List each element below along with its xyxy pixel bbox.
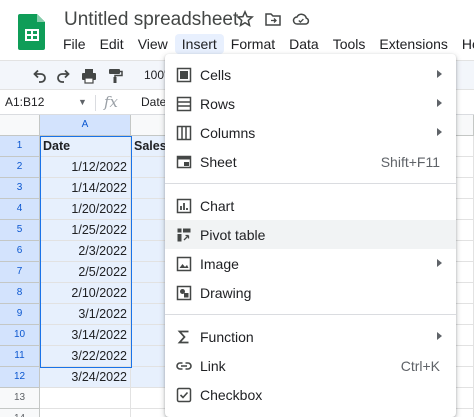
submenu-arrow-icon — [437, 259, 442, 267]
divider — [95, 95, 96, 111]
row-header[interactable]: 5 — [0, 220, 40, 241]
menu-item-pivot-table[interactable]: Pivot table — [165, 220, 456, 249]
menu-item-label: Image — [200, 256, 239, 272]
row-header[interactable]: 3 — [0, 178, 40, 199]
menu-bar: File Edit View Insert Format Data Tools … — [56, 34, 474, 54]
row-header[interactable]: 13 — [0, 388, 40, 409]
row-header[interactable]: 1 — [0, 136, 40, 157]
paint-format-icon[interactable] — [106, 67, 124, 85]
menu-format[interactable]: Format — [224, 34, 282, 54]
menu-item-chart[interactable]: Chart — [165, 191, 456, 220]
sheets-logo-icon[interactable] — [18, 12, 46, 50]
menu-item-checkbox[interactable]: Checkbox — [165, 380, 456, 409]
cell-a[interactable] — [40, 388, 131, 409]
function-icon — [175, 328, 193, 346]
zoom-select[interactable]: 100' — [144, 68, 166, 82]
star-icon[interactable] — [236, 10, 254, 28]
menu-separator — [165, 183, 456, 184]
menu-item-rows[interactable]: Rows — [165, 89, 456, 118]
menu-item-label: Sheet — [200, 154, 237, 170]
link-icon — [175, 357, 193, 375]
submenu-arrow-icon — [437, 332, 442, 340]
redo-icon[interactable] — [55, 67, 73, 85]
row-header[interactable]: 4 — [0, 199, 40, 220]
select-all-corner[interactable] — [0, 115, 40, 136]
menu-item-function[interactable]: Function — [165, 322, 456, 351]
row-header[interactable]: 11 — [0, 346, 40, 367]
shortcut-label: Shift+F11 — [380, 154, 440, 170]
row-header[interactable]: 14 — [0, 409, 40, 417]
cell-a[interactable]: 2/5/2022 — [40, 262, 131, 283]
chart-icon — [175, 197, 193, 215]
row-header[interactable]: 8 — [0, 283, 40, 304]
columns-icon — [175, 124, 193, 142]
menu-item-label: Pivot table — [200, 227, 266, 243]
row-header[interactable]: 10 — [0, 325, 40, 346]
drawing-icon — [175, 284, 193, 302]
cell-a[interactable]: 2/10/2022 — [40, 283, 131, 304]
menu-item-label: Link — [200, 358, 226, 374]
submenu-arrow-icon — [437, 70, 442, 78]
cell-a[interactable] — [40, 409, 131, 417]
menu-data[interactable]: Data — [282, 34, 326, 54]
document-title[interactable]: Untitled spreadsheet — [64, 9, 238, 31]
cell-a[interactable]: 3/1/2022 — [40, 304, 131, 325]
pivot-table-icon — [175, 226, 193, 244]
menu-view[interactable]: View — [131, 34, 175, 54]
menu-item-label: Checkbox — [200, 387, 263, 403]
name-box[interactable]: A1:B12 — [5, 95, 44, 109]
image-icon — [175, 255, 193, 273]
menu-item-cells[interactable]: Cells — [165, 60, 456, 89]
rows-icon — [175, 95, 193, 113]
insert-menu: Cells Rows Columns Sheet Shift+F11 Chart Pivot… — [165, 54, 456, 417]
menu-tools[interactable]: Tools — [326, 34, 373, 54]
menu-item-link[interactable]: Link Ctrl+K — [165, 351, 456, 380]
menu-item-label: Rows — [200, 96, 236, 112]
checkbox-icon — [175, 386, 193, 404]
undo-icon[interactable] — [30, 67, 48, 85]
menu-item-label: Drawing — [200, 285, 252, 301]
cell-a[interactable]: 2/3/2022 — [40, 241, 131, 262]
cell-a[interactable]: 3/24/2022 — [40, 367, 131, 388]
menu-insert[interactable]: Insert — [174, 34, 224, 54]
cell-a[interactable]: Date — [40, 136, 131, 157]
cell-a[interactable]: 1/12/2022 — [40, 157, 131, 178]
row-header[interactable]: 12 — [0, 367, 40, 388]
column-header-a[interactable]: A — [40, 115, 131, 136]
menu-item-label: Columns — [200, 125, 256, 141]
menu-item-sheet[interactable]: Sheet Shift+F11 — [165, 147, 456, 176]
shortcut-label: Ctrl+K — [400, 358, 440, 374]
cell-a[interactable]: 3/14/2022 — [40, 325, 131, 346]
cells-icon — [175, 66, 193, 84]
formula-input[interactable]: Date — [141, 95, 166, 109]
menu-extensions[interactable]: Extensions — [372, 34, 454, 54]
cell-a[interactable]: 3/22/2022 — [40, 346, 131, 367]
move-to-folder-icon[interactable] — [264, 10, 282, 28]
sheet-icon — [175, 153, 193, 171]
cell-a[interactable]: 1/25/2022 — [40, 220, 131, 241]
menu-item-drawing[interactable]: Drawing — [165, 278, 456, 307]
print-icon[interactable] — [80, 67, 98, 85]
row-header[interactable]: 6 — [0, 241, 40, 262]
menu-edit[interactable]: Edit — [93, 34, 131, 54]
row-header[interactable]: 7 — [0, 262, 40, 283]
cell-a[interactable]: 1/14/2022 — [40, 178, 131, 199]
row-header[interactable]: 9 — [0, 304, 40, 325]
menu-item-image[interactable]: Image — [165, 249, 456, 278]
menu-item-label: Function — [200, 329, 254, 345]
function-fx-icon: fx — [104, 93, 119, 111]
submenu-arrow-icon — [437, 99, 442, 107]
submenu-arrow-icon — [437, 128, 442, 136]
menu-item-columns[interactable]: Columns — [165, 118, 456, 147]
menu-help[interactable]: Help — [455, 34, 474, 54]
menu-item-label: Cells — [200, 67, 232, 83]
menu-separator — [165, 314, 456, 315]
menu-item-label: Chart — [200, 198, 235, 214]
cloud-status-icon[interactable] — [292, 10, 310, 28]
chevron-down-icon[interactable]: ▼ — [78, 97, 87, 107]
row-header[interactable]: 2 — [0, 157, 40, 178]
menu-file[interactable]: File — [56, 34, 93, 54]
cell-a[interactable]: 1/20/2022 — [40, 199, 131, 220]
